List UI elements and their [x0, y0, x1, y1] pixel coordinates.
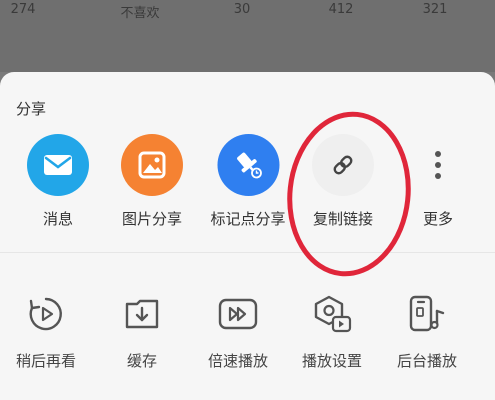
- share-marker-button[interactable]: 标记点分享: [210, 134, 286, 229]
- share-image-button[interactable]: 图片分享: [121, 134, 183, 229]
- share-message-button[interactable]: 消息: [27, 134, 89, 229]
- section-divider: [0, 252, 495, 253]
- link-icon: [312, 134, 374, 196]
- watch-later-button[interactable]: 稍后再看: [16, 292, 76, 371]
- stat-value: 412: [328, 2, 354, 17]
- stat-value: 不喜欢: [120, 6, 160, 21]
- stat-value: 30: [233, 2, 251, 17]
- download-cache-icon: [120, 292, 164, 336]
- share-item-label: 更多: [422, 210, 454, 228]
- play-settings-icon: [310, 292, 354, 336]
- background-stats-bar: 274 不喜欢 30 412 321: [0, 0, 495, 72]
- share-title: 分享: [16, 100, 47, 118]
- pin-icon: [216, 134, 279, 196]
- share-item-label: 消息: [42, 210, 73, 228]
- background-play-icon: [405, 292, 449, 336]
- share-item-label: 图片分享: [121, 210, 182, 228]
- more-button[interactable]: 更多: [423, 134, 453, 229]
- background-play-button[interactable]: 后台播放: [397, 292, 457, 371]
- mail-icon: [27, 134, 89, 196]
- action-label: 稍后再看: [15, 352, 77, 370]
- share-item-label: 标记点分享: [210, 210, 286, 228]
- stat-value: 274: [10, 2, 36, 17]
- speed-play-button[interactable]: 倍速播放: [208, 292, 268, 371]
- action-label: 播放设置: [301, 352, 363, 370]
- stat-value: 321: [422, 2, 448, 17]
- action-label: 后台播放: [396, 352, 458, 370]
- speed-play-icon: [216, 292, 260, 336]
- image-icon: [121, 134, 183, 196]
- cache-button[interactable]: 缓存: [120, 292, 164, 371]
- action-label: 缓存: [126, 352, 157, 370]
- action-label: 倍速播放: [207, 352, 269, 370]
- play-settings-button[interactable]: 播放设置: [302, 292, 362, 371]
- share-item-label: 复制链接: [312, 210, 373, 228]
- more-dots-icon: [423, 134, 453, 196]
- share-sheet: 分享 消息 图片分享 标记点分享 复制链接 更多 稍后再看 缓存 倍速播放 播放…: [0, 72, 495, 400]
- watch-later-icon: [24, 292, 68, 336]
- copy-link-button[interactable]: 复制链接: [312, 134, 374, 229]
